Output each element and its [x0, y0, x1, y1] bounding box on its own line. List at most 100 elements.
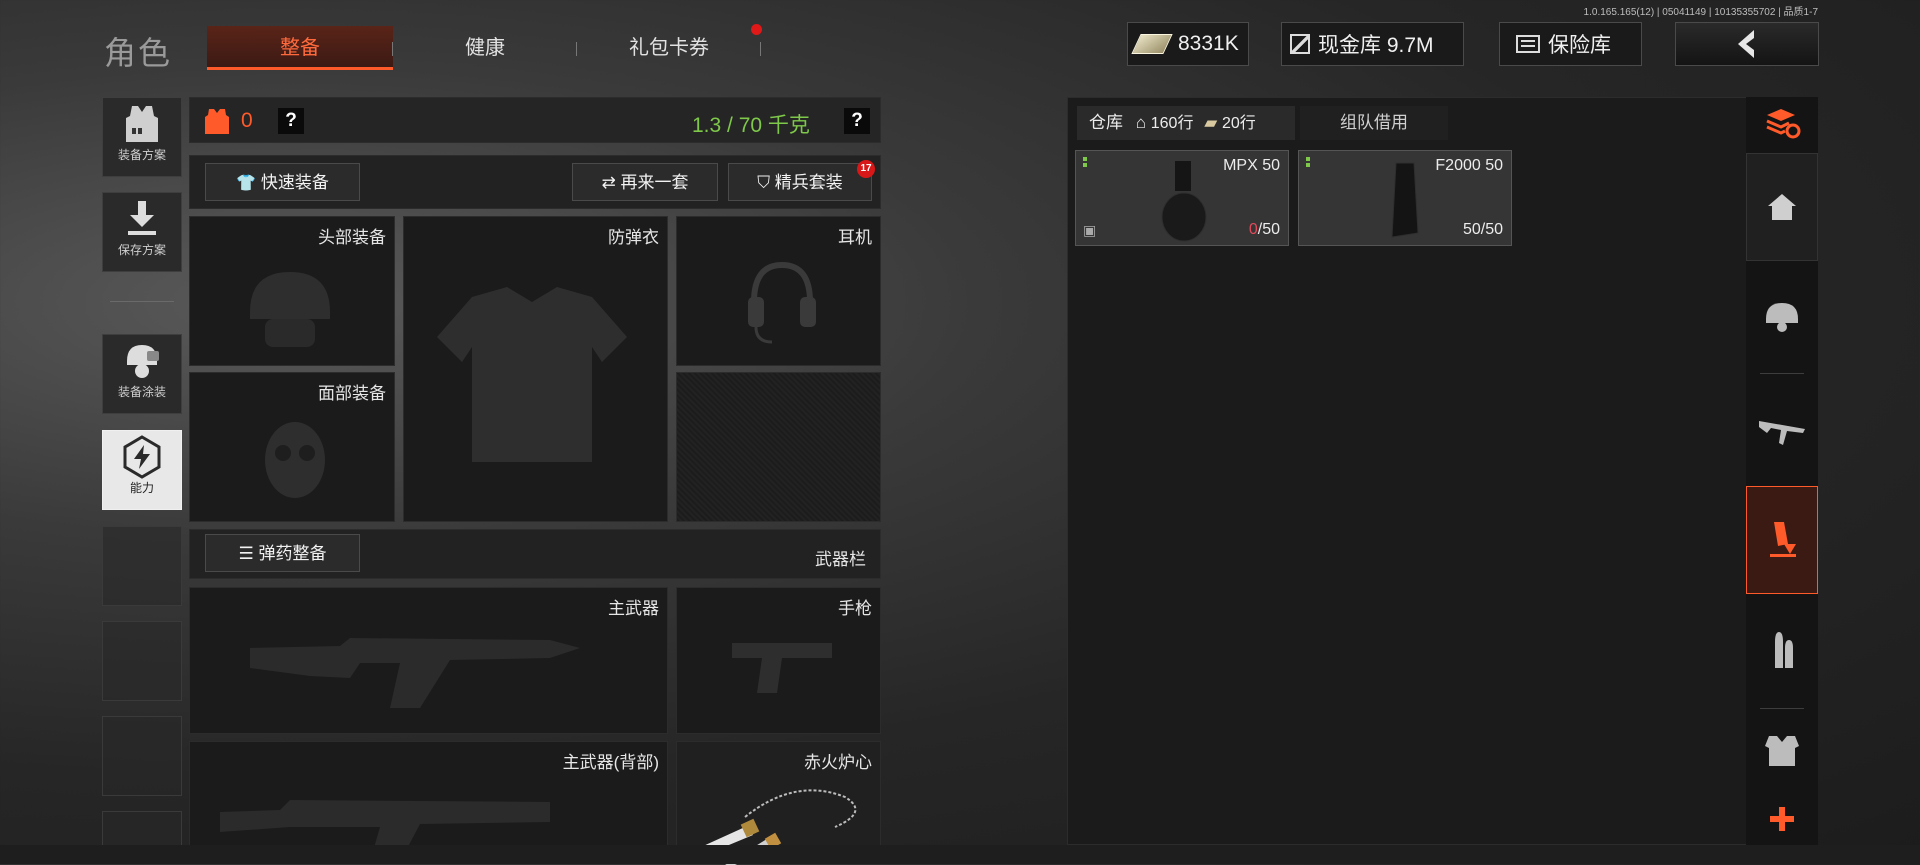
version-info: 1.0.165.165(12) | 05041149 | 10135355702… — [1583, 7, 1818, 18]
nav-divider — [1760, 373, 1804, 374]
item-name: MPX 50 — [1223, 157, 1280, 174]
tab-divider — [576, 42, 577, 56]
slot-label: 赤火炉心 — [804, 753, 872, 772]
sidebar-item-label: 能力 — [129, 481, 154, 495]
tab-divider — [760, 42, 761, 56]
box-icon: ▣ — [1083, 222, 1097, 238]
slot-label: 主武器(背部) — [562, 753, 659, 772]
sidebar-item-ability[interactable]: 能力 — [102, 430, 182, 510]
slot-earphone[interactable]: 耳机 — [676, 216, 881, 366]
item-name: F2000 50 — [1435, 157, 1503, 174]
rarity-bars — [1083, 157, 1087, 169]
magazine-icon[interactable] — [1746, 486, 1818, 594]
helmet-icon[interactable] — [1746, 262, 1818, 370]
rarity-bars — [1306, 157, 1310, 169]
elite-set-button[interactable]: ⛉ 精兵套装 — [728, 163, 872, 201]
shield-icon: ⛉ — [757, 173, 770, 192]
sidebar-divider — [110, 301, 174, 302]
sidebar-empty-slot — [102, 716, 182, 796]
body-armor-icon — [437, 287, 627, 462]
notification-dot — [751, 24, 762, 35]
ability-icon — [103, 431, 181, 479]
money-amount: 8331K — [1178, 32, 1239, 55]
extra-rows: 20行 — [1222, 115, 1256, 132]
slot-empty — [676, 372, 881, 522]
home-icon[interactable] — [1746, 153, 1818, 261]
weight-capacity: 1.3 / 70 千克 — [692, 114, 810, 137]
weapon-bar-label: 武器栏 — [815, 550, 866, 569]
storage-item-f2000-50[interactable]: F2000 50 50/50 — [1298, 150, 1512, 246]
slot-pistol[interactable]: 手枪 — [676, 587, 881, 734]
tab-health[interactable]: 健康 — [400, 26, 570, 70]
helmet-icon — [250, 272, 330, 347]
back-chevron-icon — [1738, 30, 1754, 58]
cash-vault-button[interactable]: 现金库 9.7M — [1281, 22, 1464, 66]
helmet-paint-icon — [103, 335, 181, 383]
page-title: 角色 — [104, 35, 173, 71]
sidebar-item-label: 保存方案 — [117, 243, 166, 257]
refresh-icon: ⇄ — [601, 173, 616, 192]
redo-set-button[interactable]: ⇄ 再来一套 — [572, 163, 718, 201]
slot-armor[interactable]: 防弹衣 — [403, 216, 668, 522]
tab-gift-coupons[interactable]: 礼包卡券 — [584, 26, 754, 70]
loadout-header-bar: 0 ? 1.3 / 70 千克 ? — [189, 97, 881, 143]
sidebar-item-save-plan[interactable]: 保存方案 — [102, 192, 182, 272]
money-display: 8331K — [1127, 22, 1249, 66]
rifle-icon[interactable] — [1746, 376, 1818, 484]
sidebar-item-equipment-paint[interactable]: 装备涂装 — [102, 334, 182, 414]
home-small-icon: ⌂ — [1135, 113, 1147, 132]
headset-icon — [748, 261, 816, 344]
back-button[interactable] — [1675, 22, 1819, 66]
layers-refresh-icon[interactable] — [1746, 97, 1818, 151]
storage-item-mpx50[interactable]: MPX 50 ▣ 0/50 — [1075, 150, 1289, 246]
rifle-silhouette-icon — [250, 638, 580, 708]
sidebar-item-loadout-plan[interactable]: 装备方案 — [102, 97, 182, 177]
slot-label: 手枪 — [838, 599, 872, 618]
slot-label: 耳机 — [838, 228, 872, 247]
ammo-prep-label: 弹药整备 — [258, 544, 327, 563]
vest-icon — [103, 98, 181, 146]
tab-equip[interactable]: 整备 — [207, 26, 393, 70]
gas-mask-icon — [265, 422, 325, 498]
cash-stack-icon — [1131, 34, 1173, 54]
slot-label: 主武器 — [608, 599, 659, 618]
redo-set-label: 再来一套 — [620, 173, 689, 192]
quick-equip-label: 快速装备 — [260, 173, 329, 192]
home-rows: 160行 — [1150, 115, 1194, 132]
ammo-icon[interactable] — [1746, 596, 1818, 704]
weight-help-button[interactable]: ? — [844, 108, 870, 134]
slot-face[interactable]: 面部装备 — [189, 372, 395, 522]
ammo-prep-button[interactable]: ☰ 弹药整备 — [205, 534, 360, 572]
elite-set-label: 精兵套装 — [774, 173, 843, 192]
armor-help-button[interactable]: ? — [278, 108, 304, 134]
slot-label: 防弹衣 — [608, 228, 659, 247]
armor-icon[interactable] — [1746, 711, 1818, 791]
shirt-icon: 👕 — [236, 175, 257, 192]
elite-set-badge: 17 — [857, 160, 875, 178]
tab-warehouse[interactable]: 仓库 ⌂ 160行 ▰ 20行 — [1077, 106, 1295, 140]
sidebar-item-label: 装备方案 — [117, 148, 166, 162]
warehouse-label: 仓库 — [1089, 113, 1123, 132]
pistol-icon — [732, 643, 832, 693]
item-count: 0/50 — [1248, 221, 1280, 238]
nav-divider — [1760, 708, 1804, 709]
slot-label: 头部装备 — [318, 228, 386, 247]
ammo-small-icon: ▰ — [1204, 113, 1218, 132]
safe-box-button[interactable]: 保险库 — [1499, 22, 1642, 66]
slot-primary-weapon[interactable]: 主武器 — [189, 587, 668, 734]
armor-vest-icon — [205, 109, 229, 134]
ammo-list-icon: ☰ — [238, 544, 254, 563]
safe-icon — [1516, 35, 1540, 53]
drum-magazine-icon — [1161, 161, 1207, 242]
cash-vault-label: 现金库 9.7M — [1318, 34, 1434, 57]
item-count: 50/50 — [1462, 221, 1503, 238]
sidebar-empty-slot — [102, 621, 182, 701]
armor-value: 0 — [241, 109, 253, 132]
quick-equip-button[interactable]: 👕 快速装备 — [205, 163, 360, 201]
plus-icon[interactable] — [1746, 793, 1818, 845]
slot-head[interactable]: 头部装备 — [189, 216, 395, 366]
bottom-strip — [0, 845, 1920, 864]
safe-box-label: 保险库 — [1548, 34, 1611, 57]
vault-image-icon — [1290, 34, 1310, 54]
tab-team-borrow[interactable]: 组队借用 — [1300, 106, 1448, 140]
